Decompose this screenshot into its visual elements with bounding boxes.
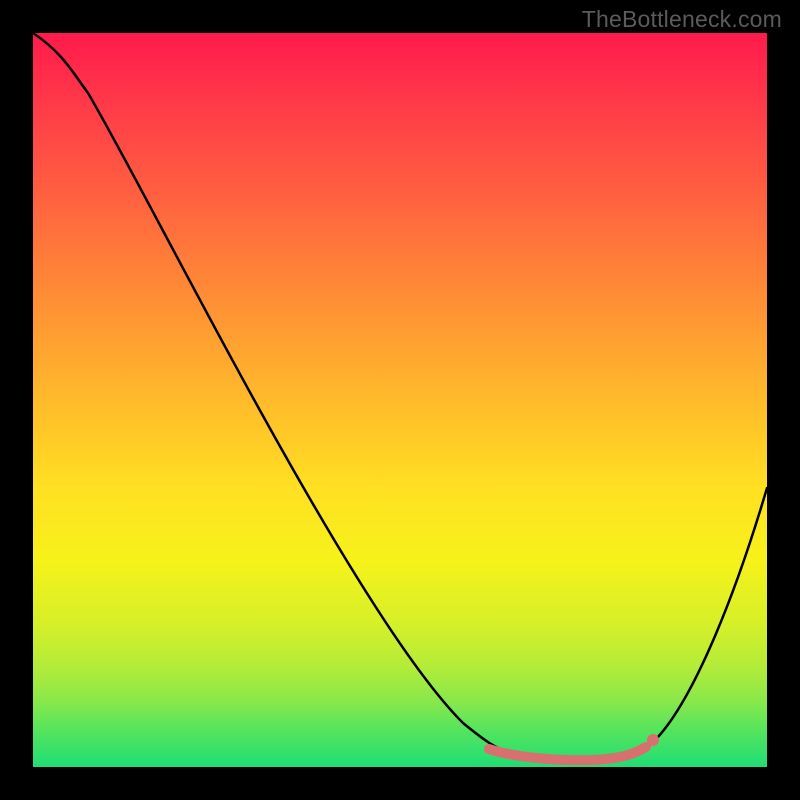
optimal-range-highlight	[489, 747, 646, 760]
optimal-range-end-dot	[647, 734, 659, 746]
plot-area	[33, 33, 767, 767]
chart-svg	[33, 33, 767, 767]
bottleneck-curve	[33, 33, 767, 760]
chart-frame: TheBottleneck.com	[0, 0, 800, 800]
watermark-text: TheBottleneck.com	[582, 6, 782, 33]
